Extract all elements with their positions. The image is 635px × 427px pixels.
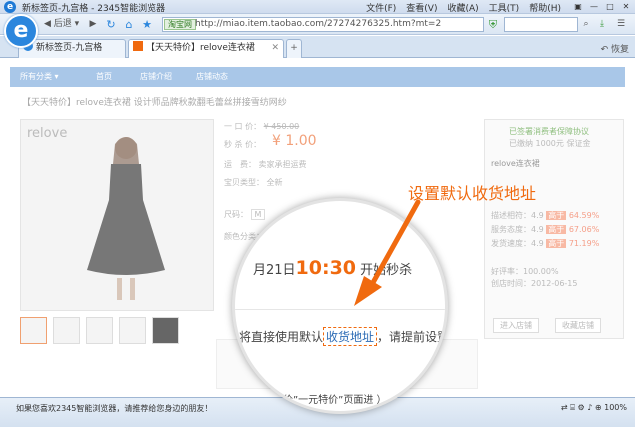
menu-tools[interactable]: 工具(T) — [489, 4, 520, 14]
sale-price-label: 秒 杀 价： — [224, 140, 262, 149]
rating-value: 67.06% — [568, 225, 600, 234]
shop-nav-intro[interactable]: 店铺介绍 — [140, 71, 172, 82]
date-prefix: 月21日 — [253, 263, 296, 278]
original-price-label: 一 口 价： — [224, 122, 262, 131]
tab-taobao[interactable]: 【天天特价】relove连衣裙 ✕ — [128, 39, 284, 58]
guarantee-panel: 已签署消费者保障协议 已缴纳 1000元 保证金 relove连衣裙 描述相符：… — [484, 119, 624, 339]
thumbnail[interactable] — [86, 317, 113, 344]
shipping-address-link[interactable]: 收货地址 — [323, 327, 378, 346]
forward-icon[interactable]: ▶ — [86, 17, 100, 32]
praise-rate: 好评率：100.00% — [491, 267, 559, 276]
favorite-star-icon[interactable]: ★ — [140, 17, 154, 32]
taobao-favicon-icon — [133, 41, 143, 51]
shield-icon[interactable]: ⛨ — [486, 17, 500, 32]
guarantee-title: 已签署消费者保障协议 — [509, 127, 589, 136]
status-icon[interactable]: ♪ — [587, 403, 592, 412]
menu-help[interactable]: 帮助(H) — [529, 4, 561, 14]
address-url[interactable]: http://miao.item.taobao.com/27274276325.… — [195, 19, 441, 29]
rating-value: 71.19% — [568, 239, 600, 248]
maximize-button[interactable]: □ — [603, 1, 617, 12]
menu-file[interactable]: 文件(F) — [366, 4, 396, 14]
browser-home-logo-icon[interactable]: e — [4, 14, 38, 48]
product-title: 【天天特价】relove连衣裙 设计师品牌秋款翻毛蕾丝拼接雪纺网纱 — [22, 98, 287, 108]
status-icon[interactable]: ⌸ — [570, 403, 575, 412]
title-bar: e 新标签页-九宫格 - 2345智能浏览器 文件(F) 查看(V) 收藏(A) 工具… — [0, 0, 635, 14]
window-title: 新标签页-九宫格 - 2345智能浏览器 — [22, 4, 166, 14]
browser-logo-icon: e — [4, 1, 16, 13]
tab-bar: 新标签页-九宫格 【天天特价】relove连衣裙 ✕ + ↶ 恢复 — [0, 36, 635, 58]
thumbnail[interactable] — [119, 317, 146, 344]
menu-view[interactable]: 查看(V) — [406, 4, 437, 14]
menu-favorites[interactable]: 收藏(A) — [447, 4, 478, 14]
menu-icon[interactable]: ☰ — [612, 17, 630, 32]
menu-bar: 文件(F) 查看(V) 收藏(A) 工具(T) 帮助(H) — [356, 1, 561, 14]
download-icon[interactable]: ⤓ — [596, 17, 608, 32]
restore-label: 恢复 — [610, 45, 629, 55]
skin-icon[interactable]: ▣ — [571, 1, 585, 12]
tab-new-tab[interactable]: 新标签页-九宫格 — [18, 39, 126, 58]
close-button[interactable]: ✕ — [619, 1, 633, 12]
rating-badge: 高于 — [546, 239, 567, 248]
original-price: ¥ 450.00 — [263, 122, 300, 131]
new-tab-button[interactable]: + — [286, 39, 302, 58]
shop-brand[interactable]: relove连衣裙 — [491, 158, 540, 169]
thumbnail[interactable] — [152, 317, 179, 344]
zoom-level[interactable]: 100% — [604, 403, 627, 412]
rating-badge: 高于 — [546, 225, 567, 234]
status-icon[interactable]: ⚙ — [578, 403, 585, 412]
back-label: 后退 — [53, 19, 72, 29]
close-tab-icon[interactable]: ✕ — [271, 40, 279, 57]
notice-before: 将直接使用默认 — [239, 330, 324, 344]
freight-label: 运 费： — [224, 160, 256, 169]
rating-label: 描述相符：4.9 — [491, 211, 544, 220]
type-label: 宝贝类型： — [224, 178, 264, 187]
search-input[interactable] — [504, 17, 578, 32]
tab-label: 新标签页-九宫格 — [36, 43, 103, 53]
enter-shop-button[interactable]: 进入店铺 — [493, 318, 539, 333]
notice-after: ，请提前设置正 — [377, 330, 448, 344]
rating-badge: 高于 — [546, 211, 567, 220]
thumbnail[interactable] — [53, 317, 80, 344]
shop-nav-all-categories[interactable]: 所有分类 ▾ — [20, 71, 59, 82]
product-main-image[interactable]: relove — [20, 119, 214, 311]
size-label: 尺码： — [224, 210, 248, 219]
navigation-bar: ◀ 后退 ▾ ▶ ↻ ⌂ ★ 淘宝网 http://miao.item.taob… — [0, 14, 635, 35]
freight-value: 卖家承担运费 — [258, 160, 307, 169]
status-tools: ⇄ ⌸ ⚙ ♪ ⊕ 100% — [561, 403, 627, 413]
shop-since: 创店时间：2012-06-15 — [491, 279, 578, 288]
refresh-icon[interactable]: ↻ — [104, 17, 118, 32]
favorite-shop-button[interactable]: 收藏店铺 — [555, 318, 601, 333]
minimize-button[interactable]: — — [587, 1, 601, 12]
magnifier-footer: 价”一元特价”页面进 ） — [283, 395, 387, 406]
status-icon[interactable]: ⇄ — [561, 403, 568, 412]
guarantee-sub: 已缴纳 1000元 保证金 — [509, 139, 591, 148]
search-icon[interactable]: ⌕ — [580, 17, 592, 32]
dress-photo — [87, 137, 165, 300]
shop-nav-home[interactable]: 首页 — [96, 71, 112, 82]
thumbnail[interactable] — [20, 317, 47, 344]
home-icon[interactable]: ⌂ — [122, 17, 136, 32]
zoom-icon[interactable]: ⊕ — [595, 403, 602, 412]
brand-watermark: relove — [27, 126, 68, 141]
callout-arrow-icon — [354, 199, 421, 306]
status-message: 如果您喜欢2345智能浏览器，请推荐给您身边的朋友！ — [16, 404, 213, 413]
tab-label: 【天天特价】relove连衣裙 — [146, 43, 255, 53]
rating-label: 服务态度：4.9 — [491, 225, 544, 234]
address-bar[interactable]: 淘宝网 http://miao.item.taobao.com/27274276… — [162, 17, 484, 32]
shop-nav-news[interactable]: 店铺动态 — [196, 71, 228, 82]
size-option[interactable]: M — [250, 209, 266, 220]
type-value: 全新 — [266, 178, 283, 187]
rating-value: 64.59% — [568, 211, 600, 220]
rating-label: 发货速度：4.9 — [491, 239, 544, 248]
sale-price: ¥ 1.00 — [272, 133, 317, 149]
restore-button[interactable]: ↶ 恢复 — [601, 42, 629, 55]
shop-nav: 所有分类 ▾ 首页 店铺介绍 店铺动态 — [10, 67, 625, 87]
site-tag: 淘宝网 — [164, 19, 196, 30]
back-button[interactable]: ◀ 后退 ▾ — [44, 17, 79, 32]
address-notice: 将直接使用默认收货地址，请提前设置正 — [239, 327, 448, 346]
